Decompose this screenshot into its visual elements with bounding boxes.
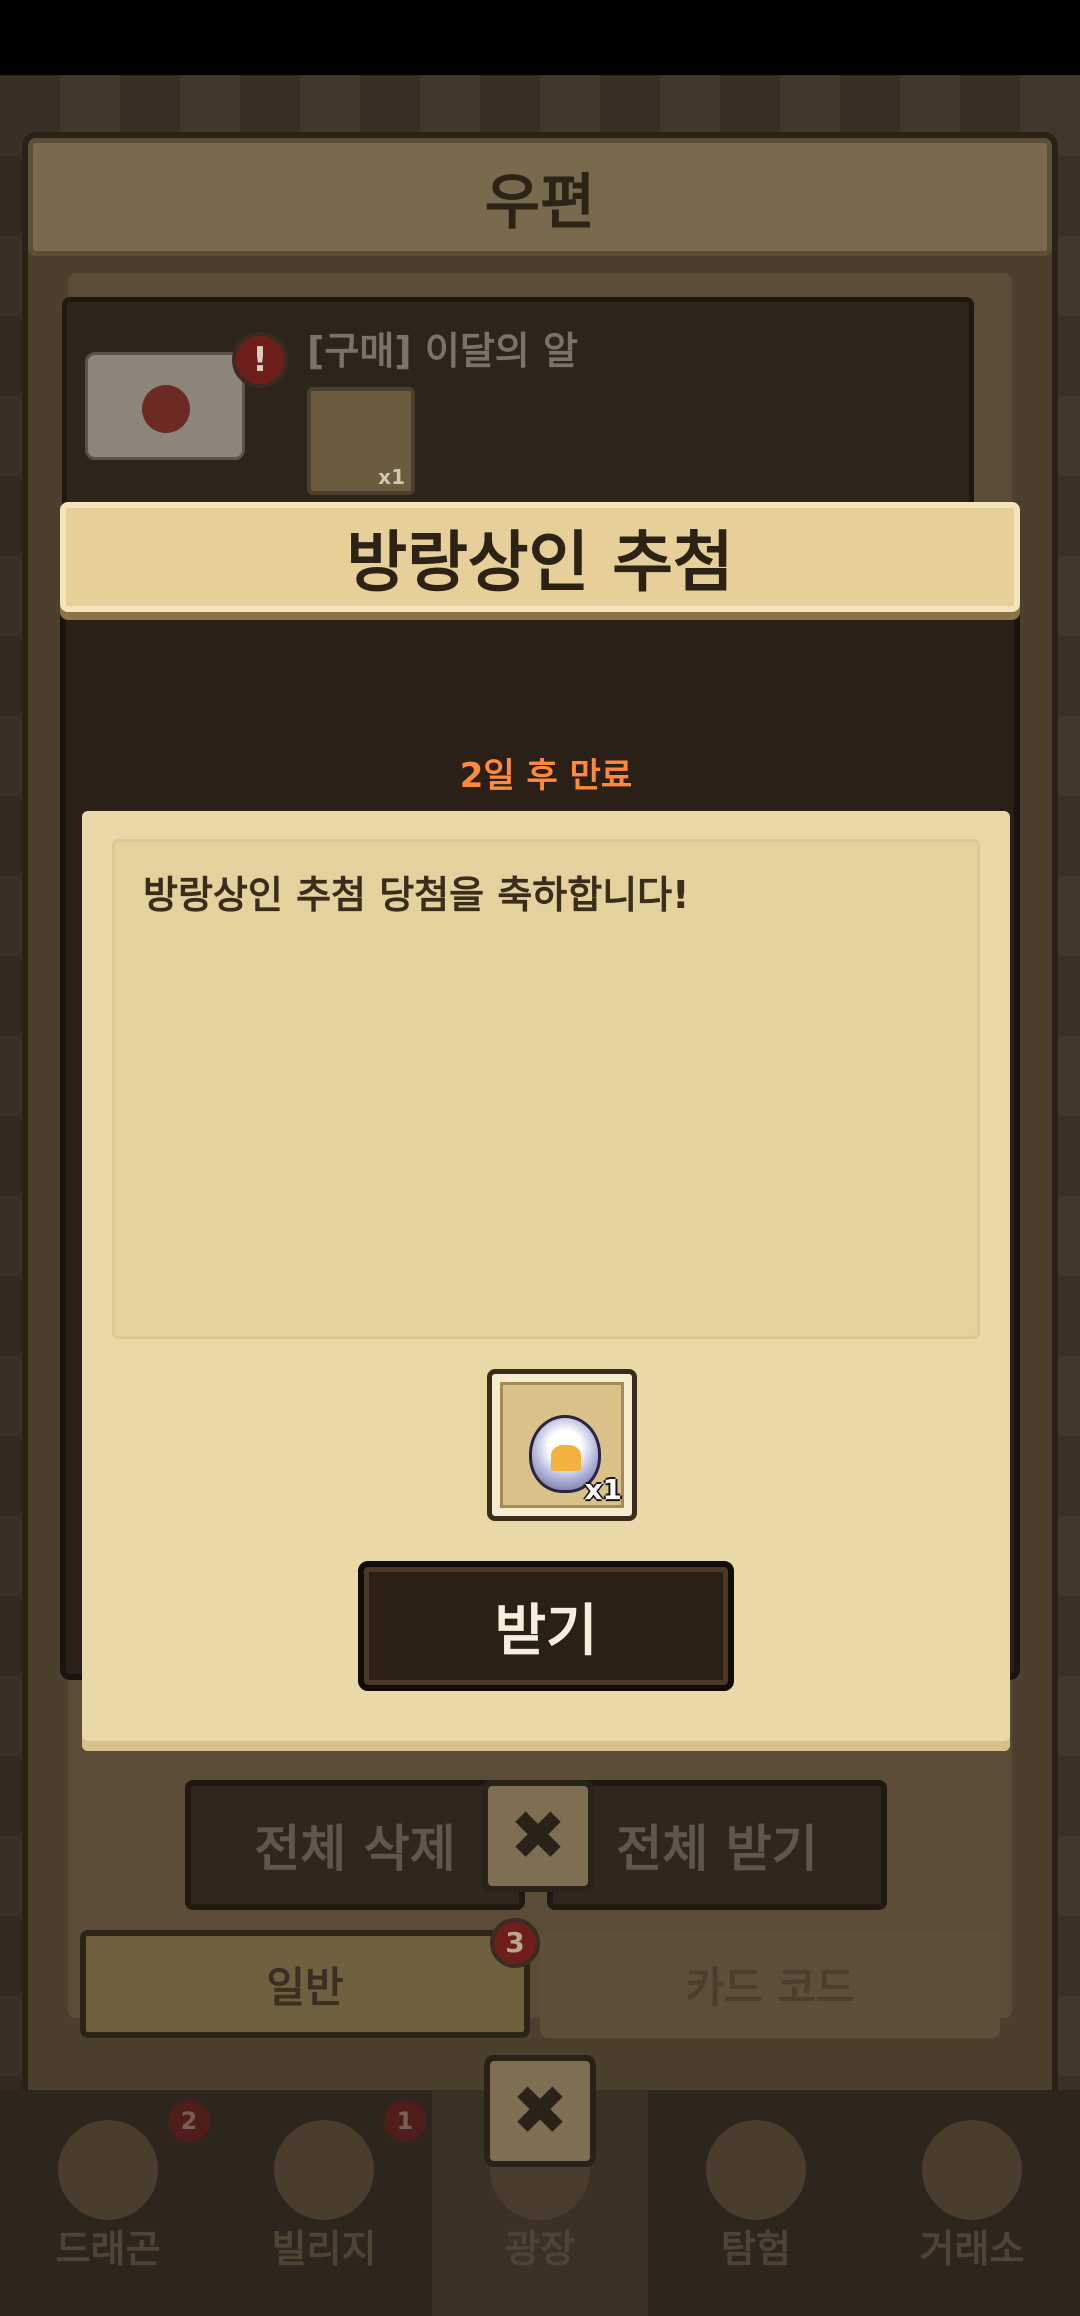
tab-card-code-label: 카드 코드 <box>685 1962 855 2012</box>
alert-icon: ! <box>232 332 288 388</box>
expiry-text: 2일 후 만료 <box>459 756 633 796</box>
reward-item[interactable]: x1 <box>487 1369 637 1521</box>
nav-item-village[interactable]: 1 빌리지 <box>216 2090 432 2316</box>
village-icon <box>274 2120 374 2220</box>
mail-item-title: [구매] 이달의 알 <box>307 329 578 373</box>
nav-item-dragon[interactable]: 2 드래곤 <box>0 2090 216 2316</box>
mail-tabs: 일반 3 카드 코드 <box>80 1918 1000 2040</box>
wax-seal-icon <box>142 385 190 433</box>
status-bar <box>0 0 1080 75</box>
nav-label-explore: 탐험 <box>721 2227 791 2271</box>
nav-label-exchange: 거래소 <box>919 2227 1025 2271</box>
claim-button[interactable]: 받기 <box>358 1561 734 1691</box>
nav-label-plaza: 광장 <box>505 2227 575 2271</box>
nav-badge-dragon: 2 <box>168 2100 210 2142</box>
modal-header: 방랑상인 추첨 <box>60 502 1020 612</box>
nav-item-explore[interactable]: 탐험 <box>648 2090 864 2316</box>
message-box: 방랑상인 추첨 당첨을 축하합니다! <box>112 839 980 1339</box>
close-icon[interactable]: ✖ <box>482 1780 594 1892</box>
message-text: 방랑상인 추첨 당첨을 축하합니다! <box>143 873 690 917</box>
envelope-icon <box>85 352 245 460</box>
mail-title: 우편 <box>484 167 596 238</box>
tab-card-code[interactable]: 카드 코드 <box>540 1930 1000 2038</box>
nav-badge-village: 1 <box>384 2100 426 2142</box>
reward-qty: x1 <box>584 1473 622 1506</box>
egg-flame-decoration <box>551 1445 581 1471</box>
modal-paper: 방랑상인 추첨 당첨을 축하합니다! x1 받기 <box>82 811 1010 1751</box>
nav-item-exchange[interactable]: 거래소 <box>864 2090 1080 2316</box>
nav-label-village: 빌리지 <box>271 2227 377 2271</box>
bulk-actions: 전체 삭제 전체 받기 ✖ <box>185 1780 895 1910</box>
tab-general-label: 일반 <box>266 1962 344 2012</box>
reward-modal: 2일 후 만료 방랑상인 추첨 당첨을 축하합니다! x1 받기 방랑상인 추첨 <box>60 502 1020 1751</box>
mail-item-reward-thumb: x1 <box>307 387 415 495</box>
nav-close-icon[interactable]: ✖ <box>484 2055 596 2167</box>
dragon-icon <box>58 2120 158 2220</box>
receive-all-button[interactable]: 전체 받기 <box>547 1780 887 1910</box>
modal-body: 2일 후 만료 방랑상인 추첨 당첨을 축하합니다! x1 받기 <box>60 602 1020 1751</box>
tab-general[interactable]: 일반 <box>80 1930 530 2038</box>
compass-icon <box>706 2120 806 2220</box>
delete-all-button[interactable]: 전체 삭제 <box>185 1780 525 1910</box>
tab-general-badge: 3 <box>490 1918 540 1968</box>
modal-title: 방랑상인 추첨 <box>346 524 734 601</box>
nav-label-dragon: 드래곤 <box>55 2227 161 2271</box>
merchant-icon <box>922 2120 1022 2220</box>
mail-item-qty: x1 <box>378 465 405 489</box>
mail-title-bar: 우편 <box>28 138 1052 256</box>
